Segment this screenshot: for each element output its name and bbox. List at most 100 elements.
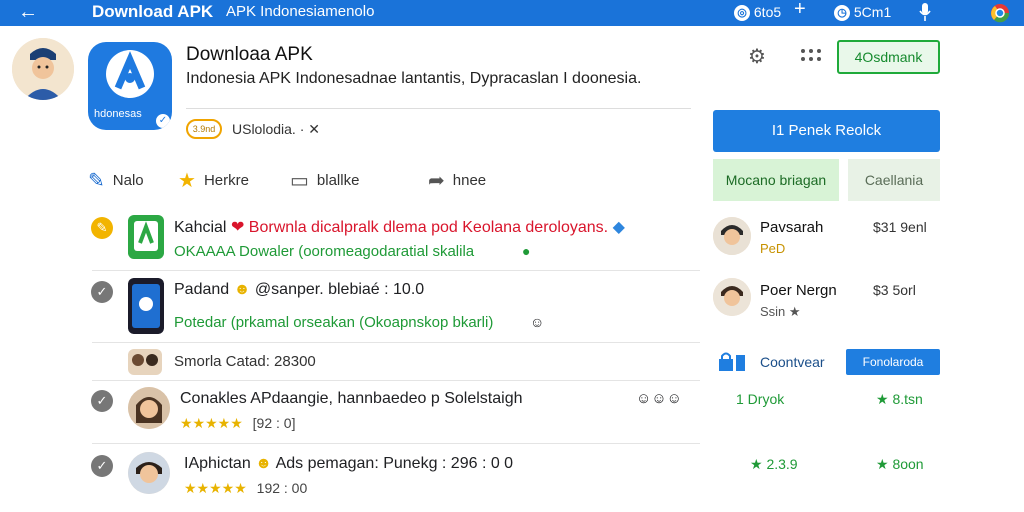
divider [186,108,691,109]
pending-status-icon[interactable]: ✎ [91,217,113,239]
clock-icon: ◷ [834,5,850,22]
leaf-icon: ● [522,243,531,259]
right-stat-1b: ★ 8.tsn [876,391,923,407]
action-star-label: Herkre [203,172,249,189]
avatar-illustration [713,217,751,255]
app-name: Downloaa APK [186,44,313,65]
edit-icon: ✎ [88,170,105,193]
feed-item-1-author: Kahcial [174,219,227,236]
emoji-icon: ☺ [530,314,545,330]
action-share[interactable]: ➦ hnee [428,170,486,192]
timer-control[interactable]: ◷ 5Cm1 [834,3,892,22]
timer-control-label: 5Cm1 [853,4,892,20]
user-avatar[interactable] [713,278,751,316]
microphone-icon[interactable] [918,3,932,23]
user-avatar[interactable] [12,38,74,100]
add-icon[interactable]: + [794,0,806,19]
secondary-grey-button[interactable]: Caellania [848,159,940,201]
feed-item-3-title: Smorla Catad: 28300 [174,353,316,370]
settings-control[interactable]: ◎ 6to5 [734,3,782,22]
settings-control-label: 6to5 [753,4,782,20]
share-icon: ➦ [428,170,445,193]
divider [92,342,700,343]
divider [92,443,700,444]
heart-icon: ❤ [230,219,245,236]
section-label: Coontvear [760,354,825,370]
feed-item-1-line2: OKAAAA Dowaler (ooromeagodaratial skalil… [174,243,475,260]
suggested-user-2-name[interactable]: Poer Nergn [760,282,837,299]
feed-item-4-meta: ★★★★★ [92 : 0] [180,415,295,432]
smile-icon: ☻ [255,455,273,472]
suggested-user-1-name[interactable]: Pavsarah [760,219,823,236]
action-edit[interactable]: ✎ Nalo [88,170,144,192]
action-star[interactable]: ★ Herkre [178,170,249,192]
divider [92,270,700,271]
checkmark-status-icon[interactable]: ✓ [91,390,113,412]
app-subtitle: APK Indonesiamenolo [226,3,375,20]
rating-stars: ★★★★★ [180,415,243,431]
feed-item-5-title[interactable]: IAphictan ☻ Ads pemagan: Punekg : 296 : … [184,455,513,473]
feed-item-2-author: Padand [174,281,230,298]
suggested-user-1-meta: $31 9enl [873,219,927,235]
right-stat-2: ★ 2.3.9 [750,456,798,472]
gear-icon[interactable]: ⚙ [748,44,766,69]
primary-download-button[interactable]: I1 Penek Reolck [713,110,940,152]
avatar-illustration [128,387,170,429]
app-description: Indonesia APK Indonesadnae lantantis, Dy… [186,70,642,87]
checkmark-status-icon[interactable]: ✓ [91,281,113,303]
comment-icon: ▭ [290,170,309,193]
action-share-label: hnee [452,172,487,189]
back-arrow-icon[interactable]: ← [18,1,38,23]
feed-item-2-line2: Potedar (prkamal orseakan (Okoapnskop bk… [174,314,494,331]
browser-logo-icon[interactable] [990,3,1010,23]
feed-item-2-handle: @sanper. blebiaé : 10.0 [254,281,425,298]
right-stat-2b: ★ 8oon [876,456,924,472]
verified-badge-icon: ✓ [154,112,172,130]
reaction-faces-icon: ☺☺☺ [636,390,682,407]
action-comment[interactable]: ▭ blallke [290,170,359,192]
app-title: Download APK [92,2,214,21]
diamond-icon: ◆ [612,219,625,236]
feed-item-thumbnail[interactable] [128,215,164,259]
user-avatar[interactable] [713,217,751,255]
user-avatar[interactable] [128,387,170,429]
secondary-green-button[interactable]: Mocano briagan [713,159,839,201]
avatar-illustration [713,278,751,316]
feed-item-thumbnail[interactable] [128,278,164,334]
app-stat-line: USlolodia. · ✕ [232,121,320,137]
lock-icon [719,352,745,371]
avatar-illustration [128,452,170,494]
feed-item-1-headline: Borwnla dicalpralk dlema pod Keolana der… [248,219,609,236]
apk-logo-icon [106,50,154,98]
app-icon-label: hdonesas [94,108,142,120]
circle-icon: ◎ [734,5,750,22]
people-thumbnail[interactable] [128,349,162,375]
feed-item-4-title[interactable]: Conakles APdaangie, hannbaedeo p Solelst… [180,390,523,408]
feed-item-1-title[interactable]: Kahcial ❤ Borwnla dicalpralk dlema pod K… [174,217,625,237]
feed-item-5-meta: ★★★★★ 192 : 00 [184,480,307,497]
more-dots-icon[interactable] [800,48,822,62]
feed-item-2-title[interactable]: Padand ☻ @sanper. blebiaé : 10.0 [174,281,424,299]
rating-pill[interactable]: 3.9nd [186,119,222,139]
app-icon[interactable]: hdonesas ✓ [88,42,172,130]
action-edit-label: Nalo [112,172,144,189]
user-avatar-illustration [12,38,74,100]
smile-icon: ☻ [233,281,251,298]
checkmark-status-icon[interactable]: ✓ [91,455,113,477]
right-stat-1: 1 Dryok [736,391,785,407]
top-app-bar: ← Download APK APK Indonesiamenolo ◎ 6to… [0,0,1024,26]
feed-item-5-count: 192 : 00 [256,480,308,496]
feed-item-5-headline: Ads pemagan: Punekg : 296 : 0 0 [275,455,514,472]
follow-button[interactable]: 4Osdmank [837,40,940,74]
action-comment-label: blallke [316,172,360,189]
suggested-user-1-sub: PeD [760,241,786,256]
rating-stars: ★★★★★ [184,480,247,496]
star-icon: ★ [178,170,196,193]
feed-item-4-count: [92 : 0] [252,415,296,431]
section-chip-button[interactable]: Fonolaroda [846,349,940,375]
divider [92,380,700,381]
suggested-user-2-sub: Ssin ★ [760,304,801,319]
feed-item-5-author: IAphictan [184,455,251,472]
suggested-user-2-meta: $3 5orl [873,282,916,298]
user-avatar[interactable] [128,452,170,494]
